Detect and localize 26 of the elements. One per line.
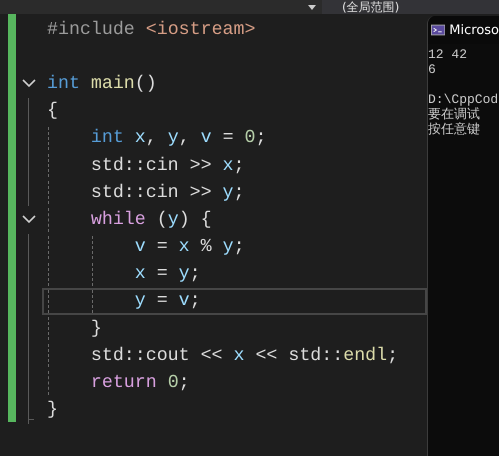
- code-line: x = y;: [134, 263, 201, 286]
- code-line: y = v;: [134, 290, 201, 314]
- code-line: }: [47, 399, 58, 422]
- scope-dropdown[interactable]: (全局范围): [322, 0, 499, 14]
- code-line: {: [47, 100, 58, 124]
- code-line: int x, y, v = 0;: [90, 127, 267, 150]
- code-line: std::cin >> x;: [90, 154, 244, 178]
- window-title: Microso: [449, 22, 499, 38]
- console-output-line: D:\CppCod: [428, 92, 498, 107]
- code-line: }: [90, 318, 102, 341]
- code-editor[interactable]: #include <iostream> int main() { int x, y, v = 0; std::cin >> x; std::cin >> y; while (y) { v = x % y; x = y; y = v; } std::cout << x << std::endl; return 0; }: [0, 14, 427, 456]
- console-output-line: 要在调试: [428, 107, 480, 122]
- terminal-icon: [431, 24, 446, 36]
- console-output-line: 6: [428, 62, 436, 77]
- console-output-line: 12 42: [428, 47, 468, 62]
- caret-icon[interactable]: [308, 4, 316, 10]
- fold-chevron-icon[interactable]: [22, 79, 36, 88]
- code-line: std::cin >> y;: [90, 182, 244, 205]
- code-line: while (y) {: [90, 208, 212, 232]
- code-line: return 0;: [90, 372, 190, 396]
- code-line: #include <iostream>: [47, 18, 256, 42]
- code-line: std::cout << x << std::endl;: [90, 344, 398, 368]
- code-line: v = x % y;: [134, 236, 245, 260]
- code-line: int main(): [47, 72, 157, 96]
- fold-chevron-icon[interactable]: [22, 215, 36, 224]
- console-output-line: 按任意键: [428, 122, 480, 137]
